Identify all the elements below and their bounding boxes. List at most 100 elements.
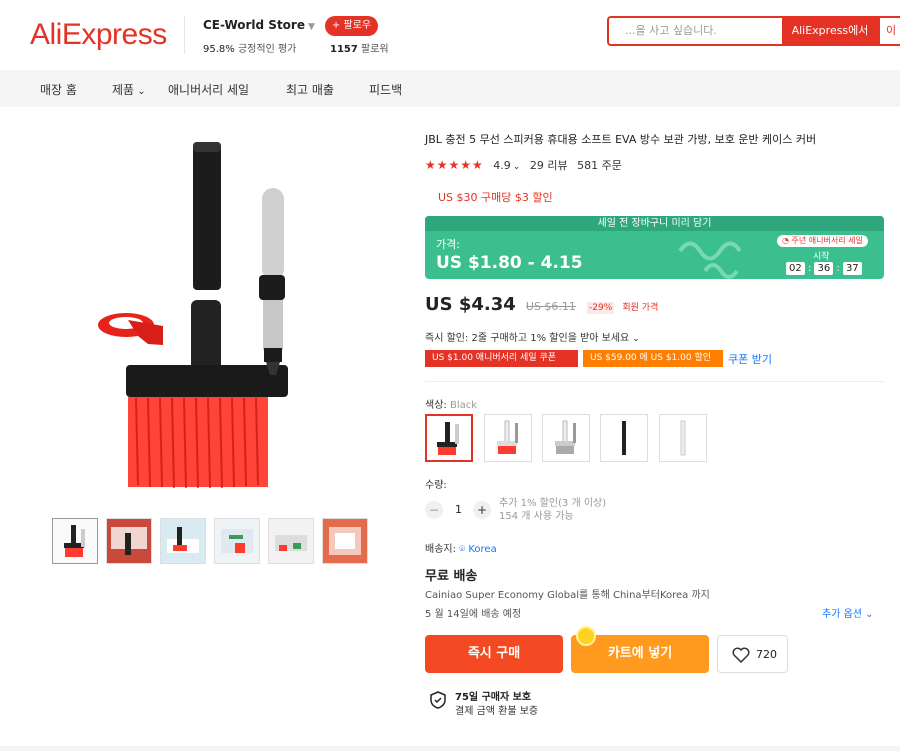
instant-discount-text[interactable]: 즉시 할인: 2줄 구매하고 1% 할인을 받아 보세요 — [425, 333, 629, 344]
quantity-note: 추가 1% 할인(3 개 이상) 154 개 사용 가능 — [499, 497, 606, 523]
quantity-label: 수량: — [425, 480, 447, 491]
color-swatch-5[interactable] — [659, 414, 707, 462]
anniversary-sale-badge: ◔ 주년 애니버서리 세일 — [777, 235, 868, 247]
squiggle-decoration — [678, 241, 742, 279]
chevron-down-icon[interactable]: ⌄ — [134, 86, 145, 97]
buy-now-button[interactable]: 즉시 구매 — [425, 635, 563, 673]
delivery-date: 5 월 14일에 배송 예정 — [425, 609, 522, 620]
thumbnail-1[interactable] — [52, 518, 98, 564]
location-pin-icon: ⌾ — [459, 544, 466, 555]
header: AliExpress CE-World Store ▼ 95.8% 긍정적인 평가… — [0, 0, 900, 70]
store-nav: 매장 홈 제품 ⌄ 애니버서리 세일 최고 매출 피드백 — [0, 70, 900, 107]
follow-button[interactable]: + 팔로우 — [325, 16, 378, 36]
anniversary-coupon[interactable]: US $1.00 애니버서리 세일 쿠폰 — [425, 350, 578, 367]
followers-number: 1157 — [330, 44, 358, 55]
timer-seconds: 37 — [842, 262, 862, 275]
get-coupons-link[interactable]: 쿠폰 받기 — [728, 351, 788, 367]
swatch-image — [497, 420, 518, 454]
color-swatch-black[interactable] — [425, 414, 473, 462]
swatch-image — [437, 422, 459, 455]
main-product-image[interactable] — [88, 130, 308, 500]
rating-value[interactable]: 4.9 — [493, 159, 511, 172]
color-label-text: 색상: — [425, 400, 447, 411]
chevron-down-icon[interactable]: ▼ — [308, 22, 315, 32]
price-row: US $4.34 US $6.11 -29% 회원 가격 — [425, 294, 658, 315]
color-swatch-4[interactable] — [600, 414, 648, 462]
thumbnail-3[interactable] — [160, 518, 206, 564]
anniversary-sale-label: 주년 애니버서리 세일 — [791, 236, 863, 245]
quantity-value[interactable]: 1 — [455, 503, 462, 516]
shipping-method: Cainiao Super Economy Global를 통해 China부터… — [425, 590, 710, 601]
more-options-label[interactable]: 추가 옵션 — [822, 609, 862, 620]
order-count: 581 주문 — [577, 159, 622, 172]
coin-icon — [576, 626, 596, 646]
thumbnail-4[interactable] — [214, 518, 260, 564]
search-store-button[interactable]: 이 — [878, 16, 900, 46]
ship-to-location[interactable]: ⌾ Korea — [459, 544, 497, 555]
thumbnail-image — [329, 527, 361, 555]
product-title: JBL 충전 5 무선 스피커용 휴대용 소프트 EVA 방수 보관 가방, 보… — [425, 133, 817, 146]
nav-anniversary-sale[interactable]: 애니버서리 세일 — [168, 81, 249, 98]
store-rating-value: 95.8% — [203, 44, 235, 55]
more-shipping-options[interactable]: 추가 옵션 ⌄ — [822, 605, 874, 620]
review-count[interactable]: 29 리뷰 — [530, 159, 568, 172]
store-coupon-note[interactable]: US $30 구매당 $3 할인 — [438, 189, 553, 205]
promo-banner-title: 세일 전 장바구니 미리 담기 — [425, 216, 884, 231]
nav-products[interactable]: 제품 ⌄ — [112, 81, 146, 98]
buyer-protection-title[interactable]: 75일 구매자 보호 — [455, 688, 531, 703]
original-price: US $6.11 — [525, 300, 576, 313]
countdown-timer: 02 : 36 : 37 — [786, 262, 862, 275]
color-swatch-3[interactable] — [542, 414, 590, 462]
thumbnail-5[interactable] — [268, 518, 314, 564]
star-rating-icon: ★★★★★ — [425, 158, 484, 172]
search-input[interactable]: ...을 사고 싶습니다. — [607, 16, 782, 46]
stock-available: 154 개 사용 가능 — [499, 511, 574, 522]
quantity-decrease-button[interactable]: − — [425, 501, 443, 519]
color-swatch-2[interactable] — [484, 414, 532, 462]
thumbnail-image — [275, 535, 307, 551]
instant-discount[interactable]: 즉시 할인: 2줄 구매하고 1% 할인을 받아 보세요 ⌄ — [425, 329, 640, 344]
promo-start-label: 시작 — [813, 252, 830, 262]
color-label: 색상: Black — [425, 396, 477, 411]
followers-count: 1157 팔로워 — [330, 40, 389, 55]
store-name[interactable]: CE-World Store ▼ — [203, 18, 315, 32]
divider — [425, 381, 884, 382]
store-name-label[interactable]: CE-World Store — [203, 18, 305, 32]
buyer-protection-subtitle: 결제 금액 환불 보증 — [455, 706, 539, 717]
store-rating-text: 긍정적인 평가 — [237, 44, 297, 55]
swatch-image — [680, 420, 686, 456]
followers-text: 팔로워 — [361, 44, 389, 55]
divider — [184, 16, 185, 54]
swatch-image — [622, 421, 626, 455]
thumbnail-6[interactable] — [322, 518, 368, 564]
nav-feedback[interactable]: 피드백 — [369, 81, 402, 98]
spend-coupon[interactable]: US $59.00 에 US $1.00 할인 — [583, 350, 723, 367]
chevron-down-icon[interactable]: ⌄ — [513, 162, 521, 172]
thumbnail-2[interactable] — [106, 518, 152, 564]
wishlist-count: 720 — [756, 648, 777, 661]
search-aliexpress-button[interactable]: AliExpress에서 — [782, 16, 878, 46]
thumbnail-image — [221, 529, 253, 553]
shield-check-icon — [430, 691, 446, 709]
quantity-increase-button[interactable]: + — [473, 501, 491, 519]
ship-to-location-text[interactable]: Korea — [468, 544, 496, 555]
chevron-down-icon[interactable]: ⌄ — [862, 609, 873, 620]
nav-store-home[interactable]: 매장 홈 — [40, 81, 77, 98]
discount-badge: -29% — [587, 302, 615, 314]
heart-icon — [732, 647, 750, 663]
aliexpress-logo[interactable]: AliExpress — [30, 18, 167, 52]
chevron-down-icon[interactable]: ⌄ — [629, 334, 640, 344]
divider — [0, 746, 900, 751]
thumbnail-image — [64, 525, 85, 557]
wishlist-button[interactable]: 720 — [717, 635, 788, 673]
ship-to: 배송지: ⌾ Korea — [425, 540, 497, 555]
member-price-label: 회원 가격 — [622, 303, 659, 313]
nav-products-label[interactable]: 제품 — [112, 83, 134, 97]
current-price: US $4.34 — [425, 294, 516, 315]
thumbnail-image — [111, 527, 147, 555]
timer-minutes: 36 — [814, 262, 834, 275]
promo-price: US $1.80 - 4.15 — [436, 253, 583, 273]
nav-top-sellers[interactable]: 최고 매출 — [286, 81, 334, 98]
free-shipping-title: 무료 배송 — [425, 569, 478, 584]
promo-price-label: 가격: — [436, 238, 460, 251]
